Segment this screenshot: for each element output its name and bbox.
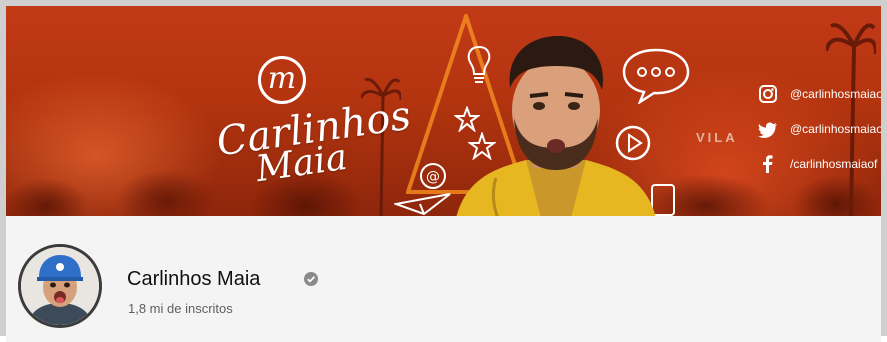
verified-badge-icon bbox=[304, 272, 318, 286]
banner-person-photo bbox=[456, 36, 656, 216]
channel-header: Carlinhos Maia 1,8 mi de inscritos bbox=[6, 216, 881, 342]
channel-banner: m Carlinhos Maia @ VILA @carlinhosmaiaof… bbox=[6, 6, 881, 216]
avatar[interactable] bbox=[18, 244, 102, 328]
instagram-icon bbox=[759, 85, 777, 103]
palm-tree-icon bbox=[826, 23, 876, 216]
twitter-icon bbox=[758, 122, 777, 138]
logo-mark: m bbox=[258, 56, 306, 104]
subscriber-count: 1,8 mi de inscritos bbox=[128, 301, 233, 316]
twitter-handle: @carlinhosmaiaof bbox=[790, 122, 881, 136]
channel-page: m Carlinhos Maia @ VILA @carlinhosmaiaof… bbox=[0, 0, 887, 342]
channel-name[interactable]: Carlinhos Maia bbox=[127, 268, 260, 291]
facebook-handle: /carlinhosmaiaof bbox=[790, 157, 878, 171]
instagram-handle: @carlinhosmaiaof bbox=[790, 87, 881, 101]
avatar-photo bbox=[21, 247, 99, 325]
facebook-icon bbox=[763, 155, 773, 173]
vila-watermark-text: VILA bbox=[696, 130, 738, 145]
